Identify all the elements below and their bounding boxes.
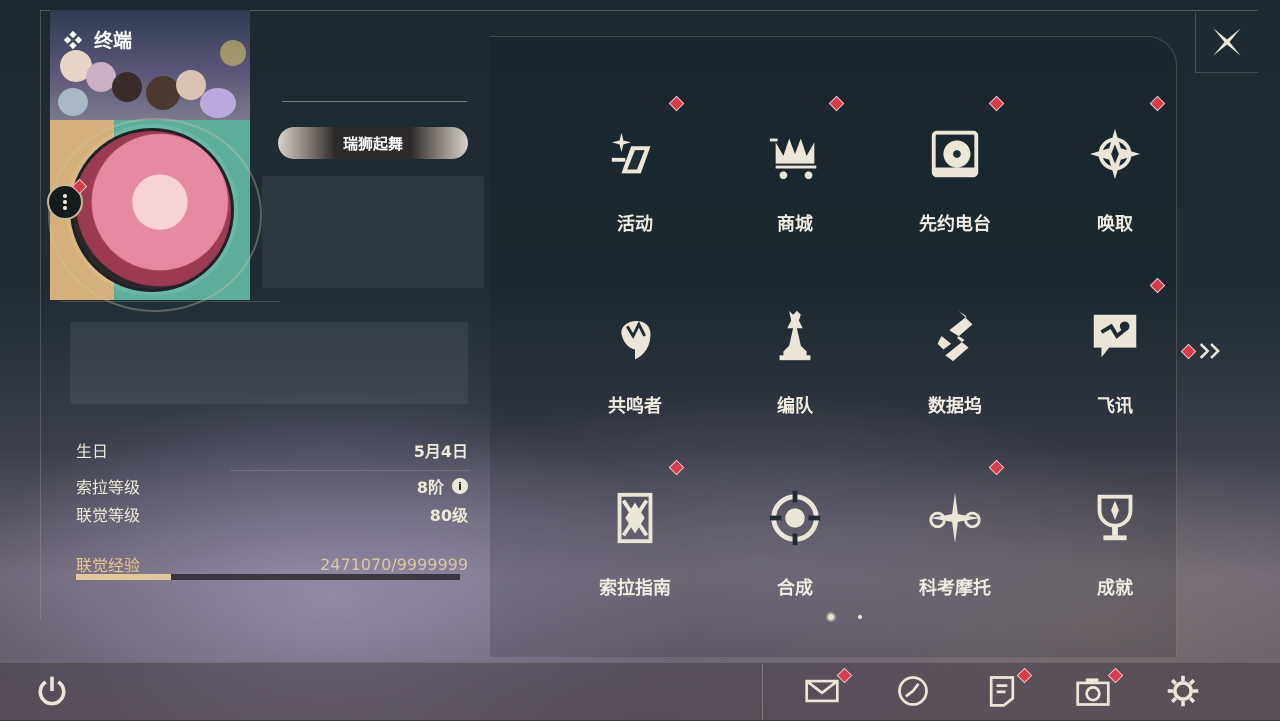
camera-icon — [1076, 678, 1110, 706]
page-dot-1[interactable] — [826, 612, 836, 622]
more-vertical-icon — [63, 192, 67, 212]
birthday-row: 生日 5月4日 — [76, 438, 468, 462]
power-button[interactable] — [30, 670, 74, 712]
settings-gear-icon — [1167, 675, 1199, 707]
union-exp-fill — [76, 574, 171, 580]
compass-star-icon — [1089, 128, 1141, 180]
diamond-cluster-icon — [63, 30, 83, 49]
guide-book-icon — [617, 492, 653, 544]
mail-icon — [805, 679, 839, 703]
clock-button[interactable] — [891, 670, 935, 712]
close-icon — [1213, 28, 1241, 56]
profile-divider — [60, 301, 280, 302]
page-dot-2[interactable] — [858, 615, 862, 619]
character-head-icon — [621, 320, 651, 360]
menu-item-convene[interactable]: 唤取 — [1055, 112, 1175, 252]
nameplate-text: 瑞狮起舞 — [342, 134, 403, 153]
double-chevron-right-icon — [1199, 343, 1220, 359]
sola-level-value: 8阶 — [416, 478, 444, 497]
bottom-separator — [762, 664, 763, 720]
menu-item-radio[interactable]: 先约电台 — [895, 112, 1015, 252]
turntable-icon — [931, 130, 979, 178]
chess-pieces-icon — [779, 310, 811, 361]
power-icon — [38, 676, 66, 706]
menu-item-label: 数据坞 — [928, 396, 982, 417]
menu-item-label: 科考摩托 — [919, 578, 991, 599]
terminal-title-text: 终端 — [94, 30, 133, 52]
union-exp-row: 联觉经验 2471070/9999999 — [76, 552, 468, 576]
menu-item-synthesis[interactable]: 合成 — [735, 476, 855, 616]
clock-icon — [898, 676, 928, 706]
menu-item-label: 编队 — [777, 396, 813, 417]
union-exp-value: 2471070/9999999 — [320, 554, 468, 574]
info-icon[interactable]: i — [452, 478, 468, 494]
menu-item-label: 飞讯 — [1097, 396, 1133, 417]
birthday-value: 5月4日 — [413, 442, 468, 461]
menu-item-label: 先约电台 — [919, 214, 991, 235]
trophy-icon — [1097, 494, 1133, 541]
next-page-button[interactable] — [1178, 336, 1228, 366]
menu-item-label: 成就 — [1097, 578, 1133, 599]
union-level-label: 联觉等级 — [76, 506, 141, 525]
menu-item-resonators[interactable]: 共鸣者 — [575, 294, 695, 434]
menu-item-motorbike[interactable]: 科考摩托 — [895, 476, 1015, 616]
menu-item-label: 活动 — [617, 214, 653, 235]
menu-item-shop[interactable]: 商城 — [735, 112, 855, 252]
stat-divider — [230, 470, 470, 471]
union-level-row: 联觉等级 80级 — [76, 502, 468, 526]
blurred-player-info — [262, 176, 484, 288]
motorbike-icon — [929, 492, 981, 544]
menu-item-team[interactable]: 编队 — [735, 294, 855, 434]
terminal-title: 终端 — [62, 26, 132, 53]
union-exp-label: 联觉经验 — [76, 556, 141, 575]
left-frame-line — [40, 10, 41, 620]
synthesis-orb-icon — [769, 490, 821, 546]
name-divider — [282, 101, 467, 102]
menu-item-messenger[interactable]: 飞讯 — [1055, 294, 1175, 434]
union-level-value: 80级 — [429, 506, 468, 525]
page-indicator — [826, 612, 862, 622]
sola-level-label: 索拉等级 — [76, 478, 141, 497]
nameplate[interactable]: 瑞狮起舞 — [278, 127, 468, 159]
avatar[interactable] — [70, 128, 234, 292]
union-exp-bar — [76, 574, 460, 580]
menu-item-label: 索拉指南 — [599, 578, 671, 599]
sparkle-slash-icon — [611, 132, 651, 174]
crown-cart-icon — [769, 138, 817, 180]
birthday-label: 生日 — [76, 442, 109, 461]
menu-item-achievements[interactable]: 成就 — [1055, 476, 1175, 616]
close-button[interactable] — [1195, 12, 1258, 73]
menu-item-label: 共鸣者 — [608, 396, 662, 417]
data-dock-icon — [937, 310, 973, 362]
menu-item-guide[interactable]: 索拉指南 — [575, 476, 695, 616]
menu-item-data-dock[interactable]: 数据坞 — [895, 294, 1015, 434]
settings-button[interactable] — [1161, 670, 1205, 712]
menu-item-label: 合成 — [777, 578, 813, 599]
next-page-notify-dot — [1180, 343, 1197, 359]
menu-item-label: 商城 — [777, 214, 813, 235]
menu-item-activity[interactable]: 活动 — [575, 112, 695, 252]
menu-item-label: 唤取 — [1097, 214, 1133, 235]
sola-level-row: 索拉等级 8阶 i — [76, 474, 468, 498]
blurred-signature — [70, 322, 468, 404]
chat-bubble-icon — [1093, 314, 1137, 358]
notice-icon — [989, 676, 1015, 707]
